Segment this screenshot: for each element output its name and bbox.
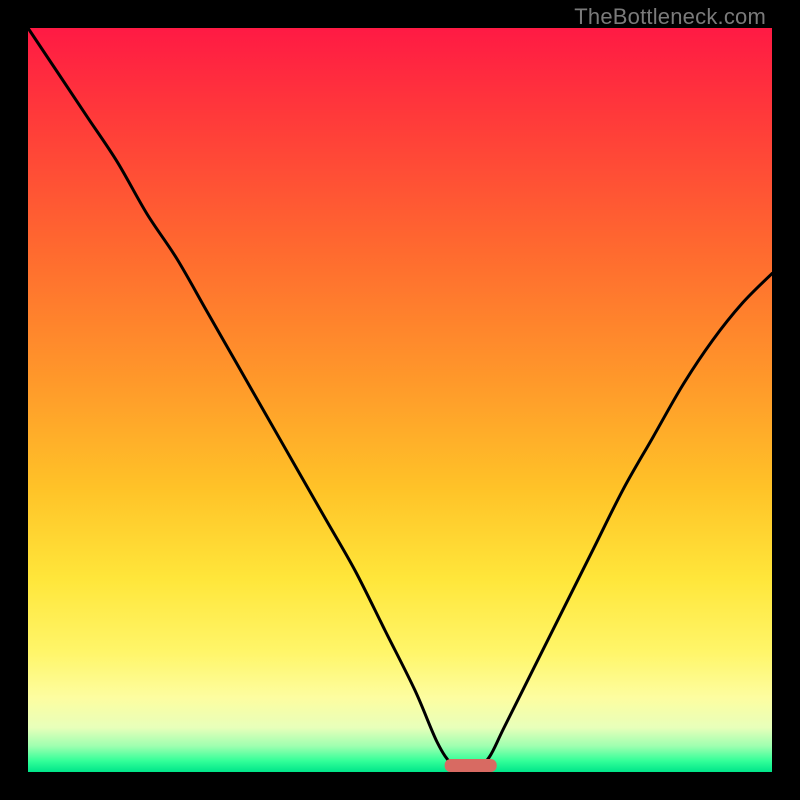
bottleneck-chart bbox=[28, 28, 772, 772]
optimal-marker bbox=[445, 759, 497, 772]
chart-frame bbox=[28, 28, 772, 772]
watermark-text: TheBottleneck.com bbox=[574, 4, 766, 30]
